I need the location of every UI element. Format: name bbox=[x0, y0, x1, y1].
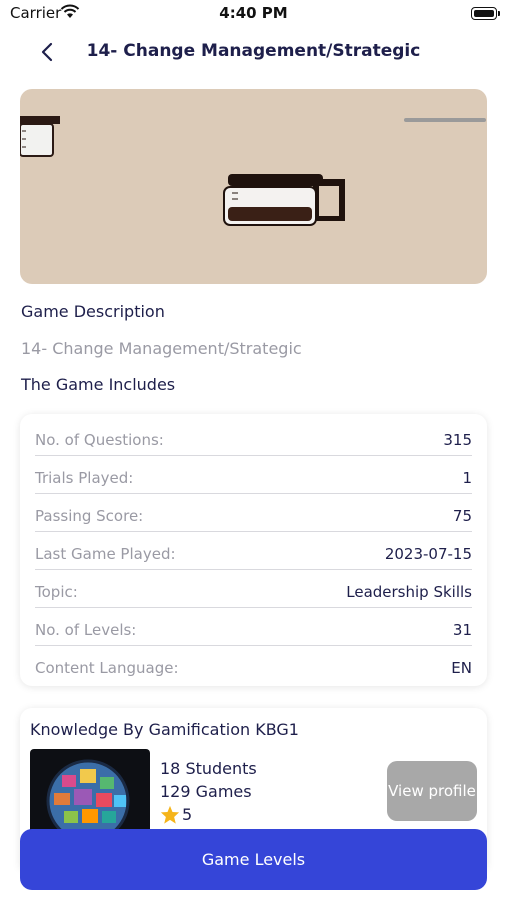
info-row-last-played: Last Game Played: 2023-07-15 bbox=[35, 532, 472, 570]
game-description-heading: Game Description bbox=[21, 302, 165, 321]
game-levels-button[interactable]: Game Levels bbox=[20, 829, 487, 890]
info-value: 2023-07-15 bbox=[384, 545, 472, 563]
info-value: Leadership Skills bbox=[346, 583, 472, 601]
info-row-passing-score: Passing Score: 75 bbox=[35, 494, 472, 532]
games-count: 129 Games bbox=[160, 782, 252, 801]
game-cover-image bbox=[20, 89, 487, 284]
info-row-topic: Topic: Leadership Skills bbox=[35, 570, 472, 608]
info-value: EN bbox=[451, 659, 472, 677]
star-icon bbox=[160, 805, 180, 828]
students-count: 18 Students bbox=[160, 759, 257, 778]
view-profile-button[interactable]: View profile bbox=[387, 761, 477, 821]
info-value: 315 bbox=[443, 431, 472, 449]
creator-avatar bbox=[30, 749, 150, 834]
info-value: 31 bbox=[452, 621, 472, 639]
clock: 4:40 PM bbox=[219, 4, 288, 22]
info-label: Topic: bbox=[35, 583, 78, 601]
info-row-trials: Trials Played: 1 bbox=[35, 456, 472, 494]
page-title: 14- Change Management/Strategic bbox=[86, 41, 421, 61]
info-row-questions: No. of Questions: 315 bbox=[35, 418, 472, 456]
info-row-levels: No. of Levels: 31 bbox=[35, 608, 472, 646]
creator-name: Knowledge By Gamification KBG1 bbox=[30, 720, 299, 739]
info-label: Trials Played: bbox=[35, 469, 134, 487]
status-bar: Carrier 4:40 PM bbox=[0, 0, 507, 28]
battery-icon bbox=[471, 7, 500, 20]
game-info-card: No. of Questions: 315 Trials Played: 1 P… bbox=[20, 414, 487, 686]
navigation-bar: 14- Change Management/Strategic bbox=[0, 34, 507, 70]
info-label: Last Game Played: bbox=[35, 545, 176, 563]
back-button[interactable] bbox=[30, 34, 66, 70]
info-row-language: Content Language: EN bbox=[35, 646, 472, 684]
chevron-left-icon bbox=[41, 42, 53, 62]
info-value: 75 bbox=[452, 507, 472, 525]
game-includes-heading: The Game Includes bbox=[21, 375, 176, 394]
creator-rating: 5 bbox=[182, 805, 193, 824]
info-label: Passing Score: bbox=[35, 507, 144, 525]
info-value: 1 bbox=[462, 469, 472, 487]
info-label: Content Language: bbox=[35, 659, 179, 677]
game-description-text: 14- Change Management/Strategic bbox=[21, 339, 302, 358]
info-label: No. of Levels: bbox=[35, 621, 137, 639]
info-label: No. of Questions: bbox=[35, 431, 164, 449]
